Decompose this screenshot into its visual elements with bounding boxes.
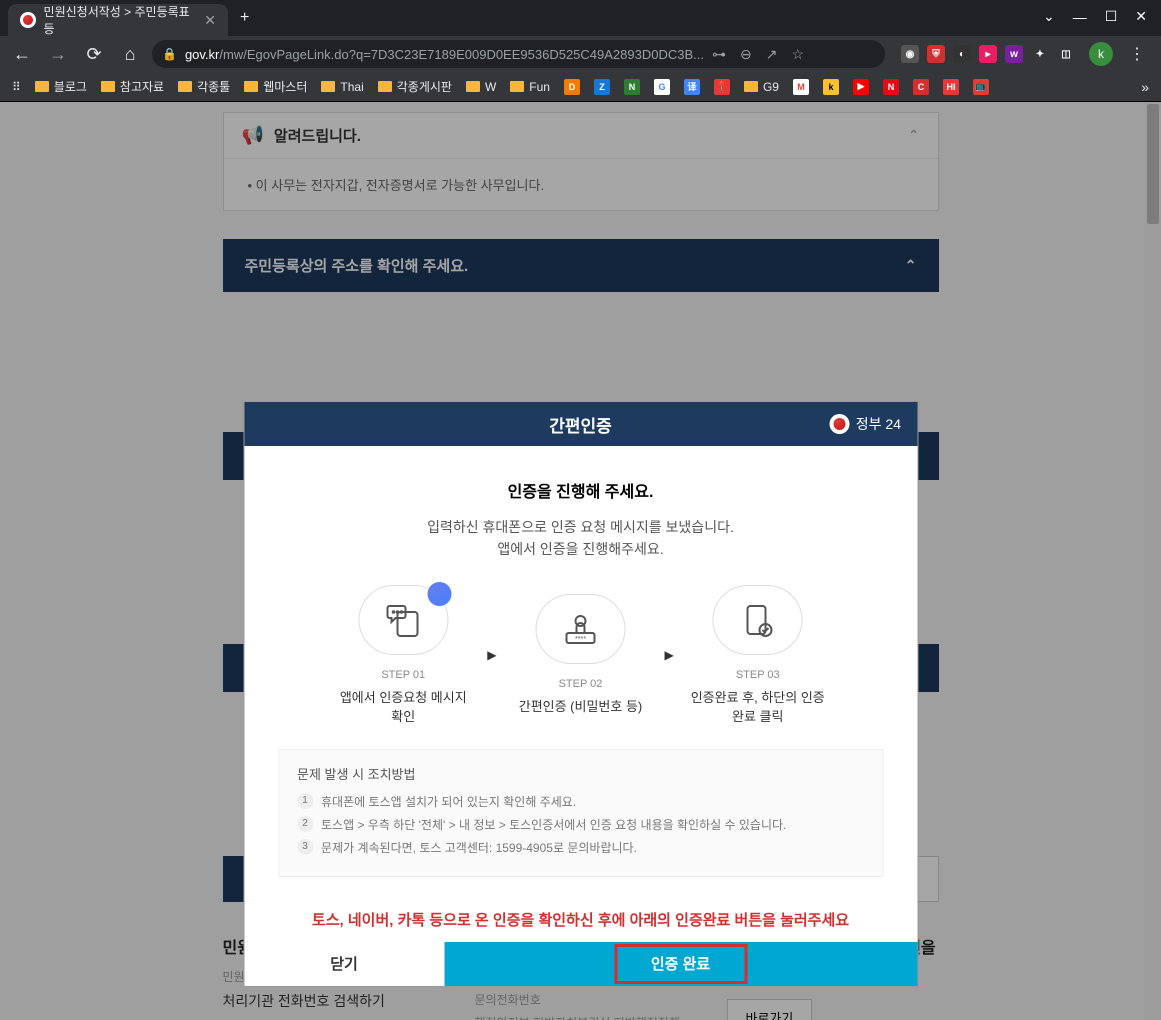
panel-icon[interactable]: ◫ [1057, 45, 1075, 63]
bookmark-item[interactable]: M [793, 79, 809, 95]
modal-title: 간편인증 [549, 412, 612, 437]
step-desc: 앱에서 인증요청 메시지 확인 [333, 687, 473, 725]
step-1: STEP 01 앱에서 인증요청 메시지 확인 [333, 585, 473, 725]
new-tab-button[interactable]: + [240, 9, 249, 27]
lock-icon: 🔒 [162, 47, 177, 61]
extensions: ◉ ⛨ ◐ ▸ w ✦ ◫ [901, 45, 1075, 63]
modal-desc: 앱에서 인증을 진행해주세요. [268, 538, 893, 560]
troubleshoot-box: 문제 발생 시 조치방법 1휴대폰에 토스앱 설치가 되어 있는지 확인해 주세… [278, 749, 883, 877]
auth-modal: 간편인증 정부 24 인증을 진행해 주세요. 입력하신 휴대폰으로 인증 요청… [243, 401, 918, 987]
page-viewport: 📢 알려드립니다. ⌃ 이 사무는 전자지갑, 전자증명서로 가능한 사무입니다… [0, 102, 1161, 1020]
key-icon[interactable]: ⊶ [712, 46, 726, 63]
modal-header: 간편인증 정부 24 [244, 402, 917, 446]
modal-heading: 인증을 진행해 주세요. [268, 478, 893, 502]
home-button[interactable]: ⌂ [116, 44, 144, 65]
bookmark-folder[interactable]: W [466, 80, 496, 94]
bookmark-item[interactable]: C [913, 79, 929, 95]
step-label: STEP 01 [333, 669, 473, 681]
modal-close-button[interactable]: 닫기 [244, 942, 444, 986]
trouble-item: 1휴대폰에 토스앱 설치가 되어 있는지 확인해 주세요. [297, 793, 864, 810]
close-window-icon[interactable]: ✕ [1135, 8, 1147, 25]
apps-icon[interactable]: ⠿ [12, 80, 21, 94]
bookmark-item[interactable]: k [823, 79, 839, 95]
step-desc: 인증완료 후, 하단의 인증완료 클릭 [688, 687, 828, 725]
toss-badge-icon [427, 582, 451, 606]
bookmark-item[interactable]: N [624, 79, 640, 95]
url-actions: ⊶ ⊖ ↗ ☆ [712, 46, 804, 63]
step-icon-check [713, 585, 803, 655]
step-icon-message [358, 585, 448, 655]
step-desc: 간편인증 (비밀번호 등) [511, 696, 651, 715]
bookmark-folder[interactable]: 참고자료 [101, 78, 164, 95]
bookmark-item[interactable]: HI [943, 79, 959, 95]
page-content: 📢 알려드립니다. ⌃ 이 사무는 전자지갑, 전자증명서로 가능한 사무입니다… [0, 102, 1161, 1020]
step-2: **** STEP 02 간편인증 (비밀번호 등) [511, 594, 651, 715]
minimize-icon[interactable]: — [1073, 9, 1087, 25]
bookmark-item[interactable]: 译 [684, 79, 700, 95]
close-tab-icon[interactable]: ✕ [204, 12, 216, 29]
window-controls: ⌄ — ☐ ✕ [1029, 0, 1161, 33]
bookmark-item[interactable]: 📺 [973, 79, 989, 95]
arrow-icon: ▶ [665, 648, 674, 662]
browser-tab[interactable]: 민원신청서작성 > 주민등록표등 ✕ [8, 4, 228, 36]
step-label: STEP 03 [688, 669, 828, 681]
bookmark-item[interactable]: N [883, 79, 899, 95]
menu-button[interactable]: ⋮ [1129, 44, 1145, 64]
profile-avatar[interactable]: k [1089, 42, 1113, 66]
ext-puzzle-icon[interactable]: ✦ [1031, 45, 1049, 63]
ext-icon[interactable]: ▸ [979, 45, 997, 63]
tab-title: 민원신청서작성 > 주민등록표등 [44, 3, 197, 37]
ext-icon[interactable]: ◐ [953, 45, 971, 63]
bookmark-folder[interactable]: 블로그 [35, 78, 87, 95]
maximize-icon[interactable]: ☐ [1105, 8, 1118, 25]
trouble-item: 2토스앱 > 우측 하단 '전체' > 내 정보 > 토스인증서에서 인증 요청… [297, 816, 864, 833]
back-button[interactable]: ← [8, 44, 36, 65]
dropdown-icon[interactable]: ⌄ [1043, 8, 1055, 25]
instruction-text: 토스, 네이버, 카톡 등으로 온 인증을 확인하신 후에 아래의 인증완료 버… [244, 897, 917, 942]
gov24-logo: 정부 24 [830, 414, 901, 434]
bookmark-item[interactable]: D [564, 79, 580, 95]
zoom-icon[interactable]: ⊖ [740, 46, 752, 63]
bookmark-folder[interactable]: G9 [744, 80, 779, 94]
star-icon[interactable]: ☆ [791, 46, 804, 63]
troubleshoot-title: 문제 발생 시 조치방법 [297, 764, 864, 783]
bookmark-item[interactable]: 📍 [714, 79, 730, 95]
url-box[interactable]: 🔒 gov.kr/mw/EgovPageLink.do?q=7D3C23E718… [152, 40, 885, 68]
bookmark-item[interactable]: ▶ [853, 79, 869, 95]
bookmark-folder[interactable]: 웹마스터 [244, 78, 307, 95]
arrow-icon: ▶ [487, 648, 496, 662]
forward-button[interactable]: → [44, 44, 72, 65]
bookmarks-overflow[interactable]: » [1141, 79, 1149, 95]
logo-icon [830, 414, 850, 434]
bookmark-folder[interactable]: 각종툴 [178, 78, 230, 95]
modal-footer: 닫기 인증 완료 [244, 942, 917, 986]
ext-icon[interactable]: ◉ [901, 45, 919, 63]
ext-icon[interactable]: ⛨ [927, 45, 945, 63]
step-icon-stamp: **** [536, 594, 626, 664]
auth-complete-button[interactable]: 인증 완료 [444, 942, 917, 986]
ext-icon[interactable]: w [1005, 45, 1023, 63]
svg-text:****: **** [575, 636, 586, 643]
reload-button[interactable]: ⟳ [80, 44, 108, 65]
bookmark-folder[interactable]: 각종게시판 [378, 78, 452, 95]
step-label: STEP 02 [511, 678, 651, 690]
auth-steps: STEP 01 앱에서 인증요청 메시지 확인 ▶ **** STEP 02 간… [268, 585, 893, 725]
modal-body: 인증을 진행해 주세요. 입력하신 휴대폰으로 인증 요청 메시지를 보냈습니다… [244, 446, 917, 897]
bookmarks-bar: ⠿ 블로그 참고자료 각종툴 웹마스터 Thai 각종게시판 W Fun D Z… [0, 72, 1161, 102]
trouble-item: 3문제가 계속된다면, 토스 고객센터: 1599-4905로 문의바랍니다. [297, 839, 864, 856]
share-icon[interactable]: ↗ [766, 46, 778, 63]
address-bar: ← → ⟳ ⌂ 🔒 gov.kr/mw/EgovPageLink.do?q=7D… [0, 36, 1161, 72]
bookmark-item[interactable]: Z [594, 79, 610, 95]
modal-desc: 입력하신 휴대폰으로 인증 요청 메시지를 보냈습니다. [268, 516, 893, 538]
bookmark-folder[interactable]: Fun [510, 80, 550, 94]
tab-bar: 민원신청서작성 > 주민등록표등 ✕ + [0, 0, 1161, 36]
url-text: gov.kr/mw/EgovPageLink.do?q=7D3C23E7189E… [185, 47, 704, 62]
tab-favicon [20, 12, 36, 28]
step-3: STEP 03 인증완료 후, 하단의 인증완료 클릭 [688, 585, 828, 725]
bookmark-item[interactable]: G [654, 79, 670, 95]
bookmark-folder[interactable]: Thai [321, 80, 363, 94]
